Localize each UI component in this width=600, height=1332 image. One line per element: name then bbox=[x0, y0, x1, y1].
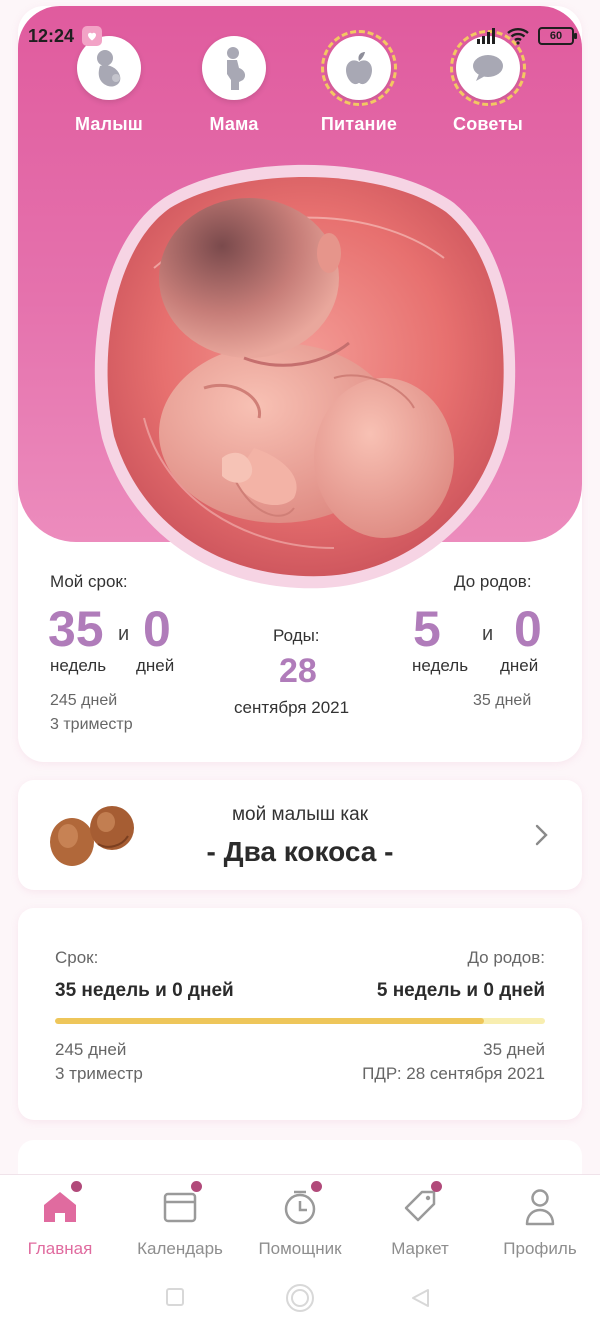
progress-bar-fill bbox=[55, 1018, 484, 1024]
until-and: и bbox=[482, 623, 494, 645]
nav-mom-label: Мама bbox=[209, 114, 259, 134]
term-trimester: 3 триместр bbox=[50, 716, 133, 733]
notification-dot bbox=[191, 1181, 202, 1192]
status-time: 12:24 bbox=[28, 25, 75, 46]
until-birth-label: До родов: bbox=[454, 572, 532, 591]
tab-profile[interactable]: Профиль bbox=[480, 1175, 600, 1263]
progress-bar bbox=[55, 1018, 545, 1024]
term-days-unit: дней bbox=[136, 656, 175, 675]
tag-icon bbox=[404, 1190, 436, 1222]
until-total-days: 35 дней bbox=[473, 692, 532, 709]
birth-label: Роды: bbox=[273, 626, 320, 645]
until-weeks-value: 5 bbox=[413, 601, 441, 657]
wifi-icon bbox=[507, 28, 529, 45]
battery-level: 60 bbox=[549, 30, 563, 42]
home-button[interactable] bbox=[285, 1283, 315, 1313]
term-stats: Мой срок: 35 и 0 недель дней 245 дней 3 … bbox=[18, 562, 582, 742]
notification-dot bbox=[311, 1181, 322, 1192]
term-and: и bbox=[118, 623, 130, 645]
progress-total-days: 245 дней bbox=[55, 1040, 127, 1059]
term-weeks-value: 35 bbox=[48, 601, 104, 657]
pregnancy-progress-card: Срок: До родов: 35 недель и 0 дней 5 нед… bbox=[18, 908, 582, 1120]
nav-nutrition-label: Питание bbox=[320, 114, 398, 134]
term-total-days: 245 дней bbox=[50, 692, 118, 709]
nav-baby-label: Малыш bbox=[74, 114, 144, 134]
baby-size-card[interactable]: мой малыш как - Два кокоса - bbox=[18, 780, 582, 890]
nav-tips[interactable]: Советы bbox=[428, 30, 548, 135]
notification-dot bbox=[431, 1181, 442, 1192]
until-days-value: 0 bbox=[514, 601, 542, 657]
chat-bubble-icon bbox=[473, 55, 503, 81]
baby-size-fruit: - Два кокоса - bbox=[206, 836, 394, 867]
term-weeks-unit: недель bbox=[50, 656, 107, 675]
nav-baby[interactable]: Малыш bbox=[49, 36, 169, 135]
tab-calendar-label: Календарь bbox=[137, 1239, 223, 1258]
until-weeks-unit: недель bbox=[412, 656, 469, 675]
battery-icon: 60 bbox=[538, 27, 577, 45]
system-navigation-bar bbox=[0, 1262, 600, 1332]
progress-remaining-days: 35 дней bbox=[483, 1040, 545, 1059]
signal-icon bbox=[477, 28, 495, 44]
pregnancy-summary-card: Малыш Мама Питание Советы Мой срок: 35 и… bbox=[18, 6, 582, 762]
pregnant-mother-icon bbox=[227, 47, 246, 90]
progress-trimester: 3 триместр bbox=[55, 1064, 143, 1083]
nav-nutrition[interactable]: Питание bbox=[299, 30, 419, 135]
baby-size-intro: мой малыш как bbox=[231, 804, 369, 825]
home-icon bbox=[44, 1192, 76, 1222]
progress-until-label: До родов: bbox=[467, 948, 545, 967]
nav-mom[interactable]: Мама bbox=[174, 36, 294, 135]
tab-assistant-label: Помощник bbox=[258, 1239, 342, 1258]
tab-market-label: Маркет bbox=[391, 1239, 449, 1258]
profile-icon bbox=[525, 1189, 555, 1226]
calendar-icon bbox=[163, 1192, 197, 1223]
tab-home-label: Главная bbox=[27, 1239, 93, 1258]
my-term-label: Мой срок: bbox=[50, 572, 128, 591]
birth-day: 28 bbox=[279, 652, 317, 690]
status-bar: 12:24 60 bbox=[28, 22, 577, 50]
progress-due-date: ПДР: 28 сентября 2021 bbox=[362, 1064, 545, 1083]
apple-icon bbox=[346, 52, 372, 85]
progress-term-value: 35 недель и 0 дней bbox=[55, 980, 234, 1001]
progress-term-label: Срок: bbox=[55, 948, 99, 967]
fetus-illustration[interactable] bbox=[84, 158, 518, 590]
tab-profile-label: Профиль bbox=[503, 1239, 577, 1258]
tab-assistant[interactable]: Помощник bbox=[240, 1175, 360, 1263]
baby-icon bbox=[97, 50, 121, 87]
timer-icon bbox=[284, 1190, 316, 1225]
back-button[interactable] bbox=[410, 1288, 430, 1308]
term-days-value: 0 bbox=[143, 601, 171, 657]
tab-market[interactable]: Маркет bbox=[360, 1175, 480, 1263]
nav-tips-label: Советы bbox=[453, 114, 523, 134]
until-days-unit: дней bbox=[500, 656, 539, 675]
notification-dot bbox=[71, 1181, 82, 1192]
bottom-navigation: Главная Календарь Помощник Маркет Профил… bbox=[0, 1174, 600, 1262]
tab-calendar[interactable]: Календарь bbox=[120, 1175, 240, 1263]
progress-until-value: 5 недель и 0 дней bbox=[376, 980, 545, 1001]
recent-apps-button[interactable] bbox=[166, 1288, 184, 1306]
tab-home[interactable]: Главная bbox=[0, 1175, 120, 1263]
chevron-right-icon bbox=[535, 824, 548, 846]
app-heart-icon bbox=[82, 26, 103, 46]
birth-month-year: сентября 2021 bbox=[234, 698, 350, 717]
